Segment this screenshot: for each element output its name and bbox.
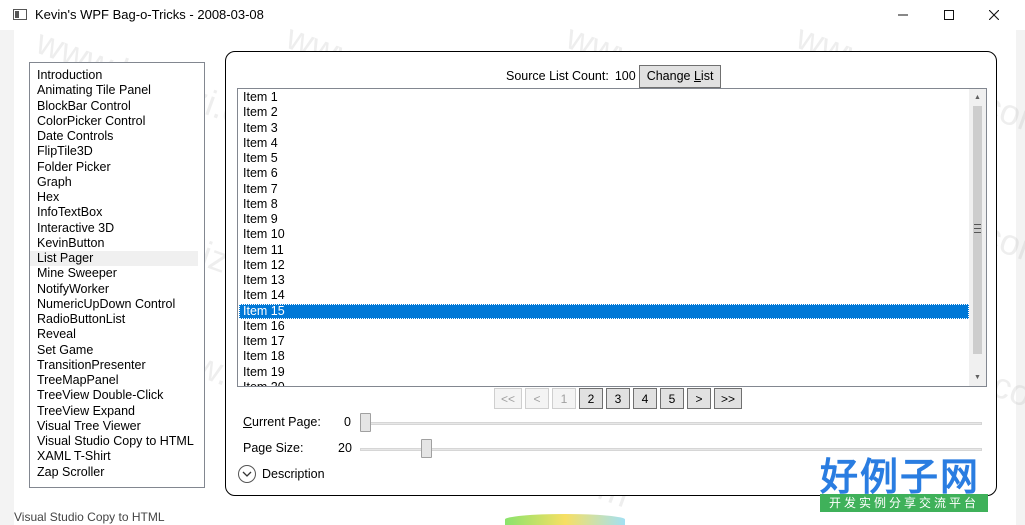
scroll-down-arrow-icon[interactable]: ▼ [969, 369, 986, 386]
sidebar-item[interactable]: KevinButton [30, 236, 198, 251]
list-item[interactable]: Item 14 [239, 288, 969, 303]
sidebar-item[interactable]: Folder Picker [30, 160, 198, 175]
list-item[interactable]: Item 8 [239, 197, 969, 212]
pager-button[interactable]: 3 [606, 388, 630, 409]
background-window-edge-right [1016, 30, 1025, 525]
list-item[interactable]: Item 20 [239, 380, 969, 386]
background-window-edge-left [0, 30, 14, 525]
current-page-label: Current Page: [243, 415, 321, 429]
list-item[interactable]: Item 2 [239, 105, 969, 120]
items-listbox[interactable]: Item 1 Item 2 Item 3 Item 4 Item 5 Item 6 Item… [237, 88, 987, 387]
items-list: Item 1 Item 2 Item 3 Item 4 Item 5 Item 6 Item… [238, 89, 986, 386]
list-item[interactable]: Item 18 [239, 349, 969, 364]
app-window-icon [13, 9, 27, 20]
sidebar-item[interactable]: Reveal [30, 327, 198, 342]
current-page-value: 0 [344, 415, 351, 429]
close-button[interactable] [971, 0, 1017, 30]
pager-button[interactable]: 4 [633, 388, 657, 409]
page-size-slider-thumb[interactable] [421, 439, 433, 458]
sidebar-item[interactable]: RadioButtonList [30, 312, 198, 327]
list-item[interactable]: Item 1 [239, 90, 969, 105]
content-panel: Source List Count: 100 Change List Item … [225, 51, 997, 496]
page-size-value: 20 [338, 441, 352, 455]
list-item[interactable]: Item 17 [239, 334, 969, 349]
sidebar-item[interactable]: Zap Scroller [30, 465, 198, 480]
sidebar-item[interactable]: TransitionPresenter [30, 358, 198, 373]
sidebar-item[interactable]: TreeView Double-Click [30, 388, 198, 403]
page-size-label: Page Size: [243, 441, 304, 455]
list-item[interactable]: Item 19 [239, 365, 969, 380]
sidebar-item[interactable]: Visual Studio Copy to HTML [30, 434, 198, 449]
background-overlay-graphic [505, 514, 625, 525]
description-expander[interactable]: Description [238, 464, 325, 484]
sidebar-item[interactable]: XAML T-Shirt [30, 449, 198, 464]
vertical-scrollbar[interactable]: ▲ ▼ [969, 89, 986, 386]
title-bar: Kevin's WPF Bag-o-Tricks - 2008-03-08 [0, 0, 1025, 30]
list-item[interactable]: Item 16 [239, 319, 969, 334]
maximize-button[interactable] [926, 0, 972, 30]
sidebar-item[interactable]: Animating Tile Panel [30, 83, 198, 98]
list-item[interactable]: Item 15 [239, 303, 969, 319]
sidebar-item[interactable]: TreeView Expand [30, 404, 198, 419]
list-item[interactable]: Item 6 [239, 166, 969, 181]
grip-icon [974, 224, 981, 233]
description-label: Description [262, 467, 325, 481]
sidebar-item[interactable]: InfoTextBox [30, 205, 198, 220]
pager-button[interactable]: << [494, 388, 522, 409]
site-logo: 好例子网 开发实例分享交流平台 [816, 446, 988, 516]
sidebar-item[interactable]: NotifyWorker [30, 282, 198, 297]
pager-button[interactable]: > [687, 388, 711, 409]
pager-button[interactable]: >> [714, 388, 742, 409]
sidebar-item[interactable]: Introduction [30, 68, 198, 83]
scroll-up-arrow-icon[interactable]: ▲ [969, 89, 986, 106]
sidebar-item[interactable]: Mine Sweeper [30, 266, 198, 281]
pager-button[interactable]: < [525, 388, 549, 409]
list-item[interactable]: Item 12 [239, 258, 969, 273]
scrollbar-thumb[interactable] [973, 106, 982, 354]
sidebar-item[interactable]: Set Game [30, 343, 198, 358]
pager-button[interactable]: 5 [660, 388, 684, 409]
demo-list[interactable]: Introduction Animating Tile Panel BlockBar… [29, 62, 205, 488]
list-item[interactable]: Item 5 [239, 151, 969, 166]
sidebar-item[interactable]: Visual Tree Viewer [30, 419, 198, 434]
source-count-row: Source List Count: 100 Change List [506, 64, 722, 88]
list-item[interactable]: Item 11 [239, 243, 969, 258]
window-title: Kevin's WPF Bag-o-Tricks - 2008-03-08 [35, 7, 264, 22]
sidebar-item[interactable]: BlockBar Control [30, 99, 198, 114]
sidebar-item[interactable]: NumericUpDown Control [30, 297, 198, 312]
current-page-slider-thumb[interactable] [360, 413, 371, 432]
sidebar-item[interactable]: Hex [30, 190, 198, 205]
close-icon [989, 10, 999, 20]
logo-sub-text: 开发实例分享交流平台 [820, 494, 988, 512]
current-page-slider-track[interactable] [360, 422, 982, 425]
sidebar-item[interactable]: Date Controls [30, 129, 198, 144]
logo-main-text: 好例子网 [820, 455, 981, 499]
minimize-icon [898, 14, 908, 16]
list-item[interactable]: Item 9 [239, 212, 969, 227]
current-page-row: Current Page: 0 [243, 412, 983, 434]
background-ghost-text: Visual Studio Copy to HTML [14, 510, 165, 524]
change-list-button[interactable]: Change List [638, 64, 722, 88]
chevron-down-icon[interactable] [238, 465, 256, 483]
pager-button[interactable]: 1 [552, 388, 576, 409]
sidebar-item[interactable]: TreeMapPanel [30, 373, 198, 388]
minimize-button[interactable] [880, 0, 926, 30]
list-item[interactable]: Item 7 [239, 182, 969, 197]
sidebar-item[interactable]: FlipTile3D [30, 144, 198, 159]
list-item[interactable]: Item 10 [239, 227, 969, 242]
sidebar-item[interactable]: Interactive 3D [30, 221, 198, 236]
source-count-value: 100 [614, 69, 636, 83]
sidebar-item[interactable]: List Pager [30, 251, 198, 267]
pager-buttons: << <1 2 3 4 5 > >> [494, 388, 745, 411]
list-item[interactable]: Item 3 [239, 121, 969, 136]
sidebar-item[interactable]: Graph [30, 175, 198, 190]
list-item[interactable]: Item 13 [239, 273, 969, 288]
sidebar-item[interactable]: ColorPicker Control [30, 114, 198, 129]
maximize-icon [944, 10, 954, 20]
change-list-label: Change List [646, 69, 714, 83]
list-item[interactable]: Item 4 [239, 136, 969, 151]
source-count-label: Source List Count: [506, 69, 609, 83]
pager-button[interactable]: 2 [579, 388, 603, 409]
